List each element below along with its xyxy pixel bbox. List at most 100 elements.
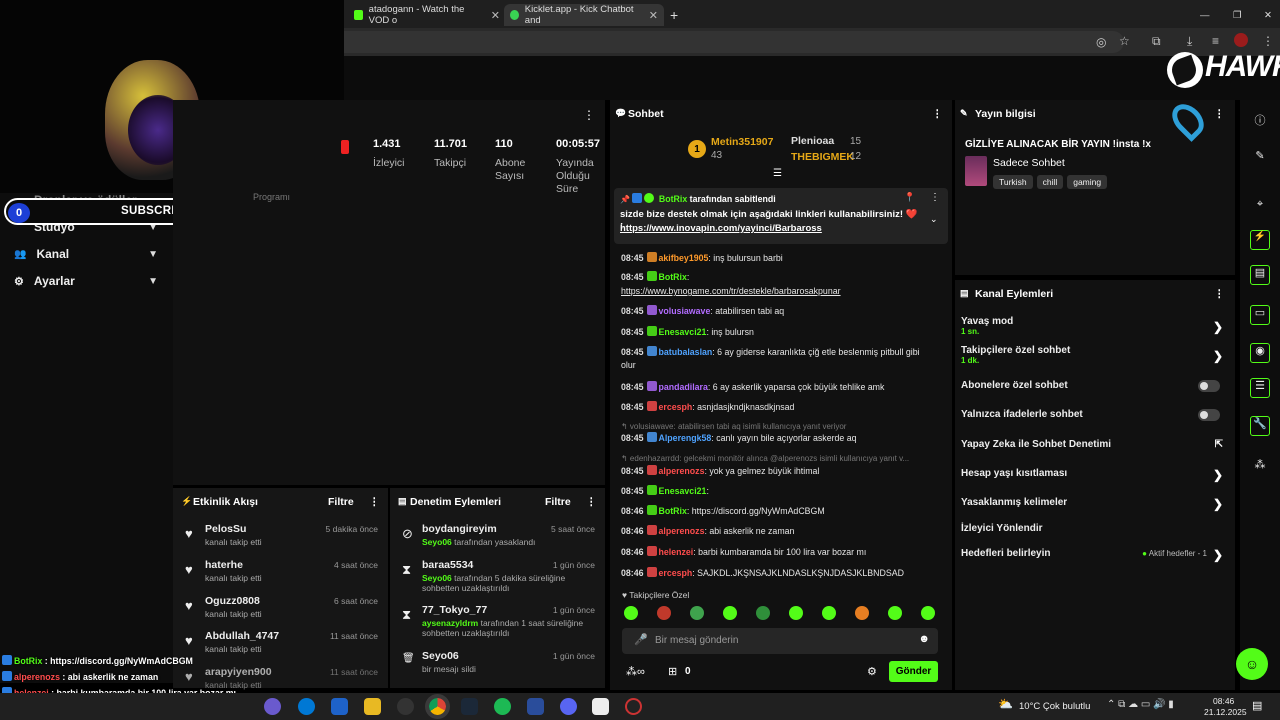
chevron-right-icon: ❯ [1212,349,1223,363]
app-icon[interactable] [592,698,609,715]
message-username[interactable]: Enesavci21 [659,486,707,496]
file-explorer-icon[interactable] [364,698,381,715]
new-tab-button[interactable]: + [664,4,684,26]
message-username[interactable]: alperenozs [659,466,705,476]
message-username[interactable]: BotRix [659,506,687,516]
chat-icon[interactable]: ▭ [1250,305,1270,325]
message-username[interactable]: ercesph [659,568,693,578]
app-icon[interactable] [397,698,414,715]
edit-icon[interactable]: ✎ [1252,149,1268,162]
events-filter-button[interactable]: Filtre [328,496,354,508]
close-tab-icon[interactable]: ✕ [649,9,658,22]
message-username[interactable]: helenzei [659,547,694,557]
moderation-icon[interactable]: ☰ [1250,378,1270,398]
hourglass-icon: ⧗ [402,607,412,622]
outlook-icon[interactable] [331,698,348,715]
notification-icon[interactable]: ▤ [1252,699,1262,712]
sidebar-item-channel[interactable]: 👥 Kanal ▼ [14,247,164,261]
banned-words-action[interactable]: Yasaklanmış kelimeler ❯ [961,497,1227,511]
emote-only-toggle[interactable] [1198,409,1220,421]
panel-menu-icon[interactable]: ⋮ [369,496,380,508]
chat-input[interactable]: 🎤 Bir mesaj gönderin ☻ [622,628,938,654]
browser-tab-kick[interactable]: atadogann - Watch the VOD o ✕ [348,4,506,26]
message-text[interactable]: https://www.bynogame.com/tr/destekle/bar… [621,286,841,296]
message-time: 08:45 [621,347,644,357]
steam-icon[interactable] [461,698,478,715]
message-username[interactable]: Enesavci21 [659,327,707,337]
minimize-button[interactable]: — [1194,4,1216,26]
message-username[interactable]: ercesph [659,402,693,412]
overlay-chat-line: BotRix : https://discord.gg/NyWmAdCBGM [2,655,193,666]
message-username[interactable]: alperenozs [659,526,705,536]
address-bar[interactable] [344,31,1124,53]
copilot-icon[interactable] [264,698,281,715]
microphone-icon[interactable]: 🎤 [634,633,648,646]
collapse-icon[interactable]: ☰ [773,168,782,179]
sidebar-item-settings[interactable]: ⚙ Ayarlar ▼ [14,274,164,288]
extensions-icon[interactable]: ⧉ [1152,34,1161,49]
close-window-button[interactable]: ✕ [1258,4,1278,26]
browser-tab-kicklet[interactable]: Kicklet.app - Kick Chatbot and ✕ [504,4,664,26]
obs-icon[interactable] [625,698,642,715]
spotify-icon[interactable] [494,698,511,715]
lightning-icon[interactable]: ⚡ [1250,230,1270,250]
message-text: : atabilirsen tabi aq [710,306,785,316]
set-goals-action[interactable]: Hedefleri belirleyin ● Aktif hedefler - … [961,548,1227,562]
bookmark-star-icon[interactable]: ☆ [1119,34,1130,48]
tray-icons[interactable]: ⌃ ⧉ ☁ ▭ 🔊 ▮ [1107,699,1174,710]
points-icon[interactable]: ⁂ [1252,458,1268,471]
app-icon[interactable] [527,698,544,715]
message-text: : SAJKDL.JKŞNSAJKLNDASLKŞNJDASJKLBNDSAD [692,568,904,578]
message-text: : abi askerlik ne zaman [704,526,795,536]
send-button[interactable]: Gönder [889,661,938,682]
panel-menu-icon[interactable]: ⋮ [586,496,597,508]
emote-row[interactable] [624,606,935,623]
chevron-down-icon[interactable]: ⌄ [930,214,938,225]
notes-icon[interactable]: ▤ [1250,265,1270,285]
moderation-filter-button[interactable]: Filtre [545,496,571,508]
chrome-icon[interactable] [425,694,450,719]
raid-action[interactable]: İzleyici Yönlendir [961,523,1227,534]
subscribers-only-toggle[interactable] [1198,380,1220,392]
message-username[interactable]: pandadilara [659,382,708,392]
pin-icon[interactable]: 📍 [904,192,915,203]
broadcast-icon[interactable]: ◉ [1250,343,1270,363]
maximize-button[interactable]: ❐ [1227,4,1248,26]
discord-icon[interactable] [560,698,577,715]
user-badge-icon [646,305,657,315]
browser-tab-bar: atadogann - Watch the VOD o ✕ Kicklet.ap… [344,0,1280,28]
message-username[interactable]: Alperengk58 [659,433,712,443]
stream-category[interactable]: Sadece Sohbet [993,157,1065,169]
target-icon[interactable]: ⌖ [1252,198,1268,211]
pinned-link[interactable]: https://www.inovapin.com/yayinci/Barbaro… [620,223,822,234]
pinned-menu-icon[interactable]: ⋮ [930,192,940,203]
message-time: 08:45 [621,253,644,263]
chat-settings-icon[interactable]: ⚙ [867,665,877,678]
message-username[interactable]: volusiawave [659,306,711,316]
support-chat-button[interactable]: ☺ [1236,648,1268,680]
eye-off-icon[interactable]: ◎ [1096,35,1106,49]
profile-avatar[interactable] [1234,33,1248,47]
ai-moderation-action[interactable]: Yapay Zeka ile Sohbet Denetimi ⇱ [961,439,1227,450]
channel-points-icon[interactable]: ⁂∞ [626,665,645,678]
account-age-action[interactable]: Hesap yaşı kısıtlaması ❯ [961,468,1227,482]
slow-mode-action[interactable]: Yavaş mod 1 sn. ❯ [961,316,1227,336]
store-icon[interactable]: ⊞ [668,665,677,678]
message-username[interactable]: akifbey1905 [659,253,709,263]
emoji-icon[interactable]: ☻ [918,633,930,645]
list-icon: ▤ [398,496,407,506]
panel-menu-icon[interactable]: ⋮ [1214,108,1225,120]
close-tab-icon[interactable]: ✕ [491,9,500,22]
panel-menu-icon[interactable]: ⋮ [583,108,595,122]
user-badge-icon [2,655,12,665]
panel-menu-icon[interactable]: ⋮ [932,108,943,120]
message-username[interactable]: BotRix [659,272,687,282]
chat-title: Sohbet [628,108,664,120]
message-time: 08:45 [621,382,644,392]
followers-only-action[interactable]: Takipçilere özel sohbet 1 dk. ❯ [961,345,1227,365]
message-username[interactable]: batubalaslan [659,347,713,357]
info-icon[interactable]: ⓘ [1252,112,1268,128]
panel-menu-icon[interactable]: ⋮ [1214,288,1225,300]
wrench-icon[interactable]: 🔧 [1250,416,1270,436]
edge-icon[interactable] [298,698,315,715]
